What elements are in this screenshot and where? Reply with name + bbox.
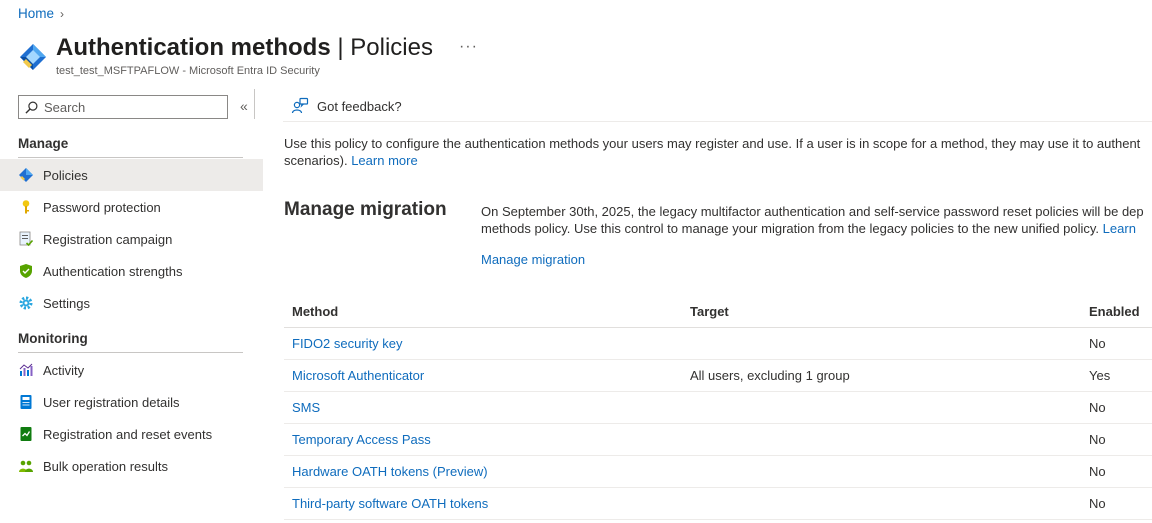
sidebar-item-registration-reset-events[interactable]: Registration and reset events	[0, 418, 263, 450]
manage-nav-list: Policies Password protection Registratio…	[0, 159, 263, 319]
policy-icon	[18, 167, 34, 183]
feedback-person-icon	[291, 97, 309, 114]
column-header-target[interactable]: Target	[683, 304, 1089, 319]
sidebar-item-activity[interactable]: Activity	[0, 354, 263, 386]
method-link[interactable]: FIDO2 security key	[292, 336, 403, 351]
collapse-sidebar-icon[interactable]: «	[240, 98, 248, 114]
table-row[interactable]: Microsoft Authenticator All users, exclu…	[284, 360, 1152, 392]
events-log-icon	[18, 426, 34, 442]
method-link[interactable]: Hardware OATH tokens (Preview)	[292, 464, 488, 479]
intro-description: Use this policy to configure the authent…	[284, 135, 1152, 169]
page-header: Authentication methods | Policies ··· te…	[18, 34, 478, 77]
page-title-section: Policies	[350, 34, 433, 61]
sidebar-item-policies[interactable]: Policies	[0, 159, 263, 191]
table-header-row: Method Target Enabled	[284, 296, 1152, 328]
user-details-icon	[18, 394, 34, 410]
bulk-results-icon	[18, 458, 34, 474]
enabled-cell: No	[1089, 336, 1106, 351]
methods-table: Method Target Enabled FIDO2 security key…	[284, 296, 1152, 520]
page-title: Authentication methods | Policies	[56, 34, 433, 62]
monitoring-nav-list: Activity User registration details Regis…	[0, 354, 263, 482]
sidebar-item-label: User registration details	[43, 394, 180, 410]
enabled-cell: Yes	[1089, 368, 1111, 383]
sidebar-item-bulk-operation-results[interactable]: Bulk operation results	[0, 450, 263, 482]
search-icon	[25, 101, 38, 114]
sidebar-item-label: Settings	[43, 295, 90, 311]
method-link[interactable]: SMS	[292, 400, 320, 415]
tenant-subtitle: test_test_MSFTPAFLOW - Microsoft Entra I…	[56, 65, 320, 77]
intro-line-2: scenarios). Learn more	[284, 152, 1152, 169]
entra-logo-icon	[20, 44, 46, 70]
sidebar-item-registration-campaign[interactable]: Registration campaign	[0, 223, 263, 255]
method-link[interactable]: Temporary Access Pass	[292, 432, 431, 447]
activity-chart-icon	[18, 362, 34, 378]
command-bar: Got feedback?	[254, 89, 1152, 122]
manage-migration-link[interactable]: Manage migration	[481, 252, 585, 267]
sidebar-divider	[254, 89, 255, 119]
table-row[interactable]: SMS No	[284, 392, 1152, 424]
table-row[interactable]: Third-party software OATH tokens No	[284, 488, 1152, 520]
feedback-button[interactable]: Got feedback?	[291, 97, 402, 115]
table-row[interactable]: Hardware OATH tokens (Preview) No	[284, 456, 1152, 488]
table-row[interactable]: Temporary Access Pass No	[284, 424, 1152, 456]
gear-icon	[18, 295, 34, 311]
enabled-cell: No	[1089, 496, 1106, 511]
column-header-method[interactable]: Method	[284, 304, 683, 319]
column-header-enabled[interactable]: Enabled	[1089, 304, 1152, 319]
sidebar-item-label: Authentication strengths	[43, 263, 183, 279]
title-separator: |	[330, 34, 351, 61]
sidebar-item-label: Activity	[43, 362, 85, 378]
manage-migration-heading: Manage migration	[284, 199, 447, 220]
intro-line-1: Use this policy to configure the authent…	[284, 136, 1141, 151]
key-icon	[18, 199, 34, 215]
migration-line-1: On September 30th, 2025, the legacy mult…	[481, 204, 1144, 219]
intro-line-2-text: scenarios).	[284, 153, 348, 168]
method-link[interactable]: Microsoft Authenticator	[292, 368, 424, 383]
learn-more-link[interactable]: Learn more	[351, 153, 417, 168]
section-title-manage: Manage	[18, 136, 243, 158]
sidebar-item-user-registration-details[interactable]: User registration details	[0, 386, 263, 418]
sidebar-item-settings[interactable]: Settings	[0, 287, 263, 319]
sidebar-item-authentication-strengths[interactable]: Authentication strengths	[0, 255, 263, 287]
sidebar: « Manage Policies Password protection Re…	[0, 95, 263, 482]
enabled-cell: No	[1089, 432, 1106, 447]
shield-icon	[18, 263, 34, 279]
enabled-cell: No	[1089, 400, 1106, 415]
method-link[interactable]: Third-party software OATH tokens	[292, 496, 488, 511]
sidebar-item-label: Bulk operation results	[43, 458, 169, 474]
chevron-right-icon: ›	[60, 6, 65, 21]
page-title-main: Authentication methods	[56, 34, 331, 61]
manage-migration-description: On September 30th, 2025, the legacy mult…	[481, 203, 1152, 237]
sidebar-item-password-protection[interactable]: Password protection	[0, 191, 263, 223]
sidebar-item-label: Registration and reset events	[43, 426, 213, 442]
sidebar-item-label: Policies	[43, 167, 88, 183]
sidebar-search-box[interactable]	[18, 95, 228, 119]
migration-line-2: methods policy. Use this control to mana…	[481, 220, 1152, 237]
breadcrumb-home-link[interactable]: Home	[18, 6, 54, 21]
migration-line-2-text: methods policy. Use this control to mana…	[481, 221, 1100, 236]
breadcrumb: Home ›	[18, 6, 64, 21]
migration-learn-link[interactable]: Learn	[1103, 221, 1136, 236]
more-options-button[interactable]: ···	[459, 38, 478, 56]
sidebar-item-label: Password protection	[43, 199, 161, 215]
target-cell: All users, excluding 1 group	[690, 368, 850, 383]
sidebar-item-label: Registration campaign	[43, 231, 173, 247]
feedback-label: Got feedback?	[317, 98, 402, 114]
campaign-icon	[18, 231, 34, 247]
sidebar-search-input[interactable]	[44, 99, 214, 115]
enabled-cell: No	[1089, 464, 1106, 479]
table-row[interactable]: FIDO2 security key No	[284, 328, 1152, 360]
section-title-monitoring: Monitoring	[18, 331, 243, 353]
